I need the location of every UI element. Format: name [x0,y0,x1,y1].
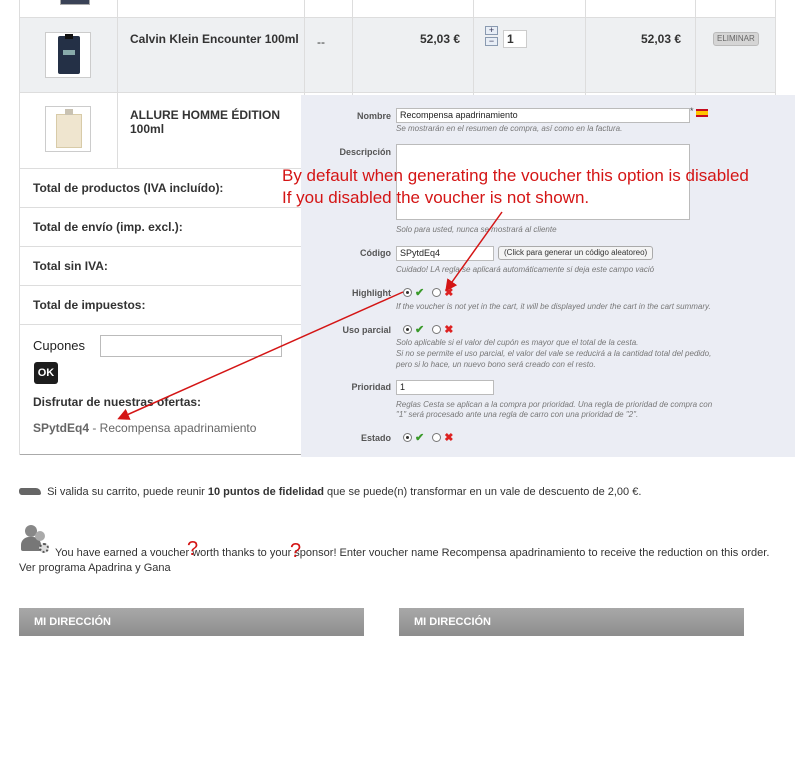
address-header-left: MI DIRECCIÓN [19,608,364,636]
check-icon: ✔ [415,287,425,299]
cross-icon: ✖ [444,432,454,444]
product-thumbnail-partial [60,0,90,5]
uso-parcial-yes-radio[interactable] [403,325,412,334]
fidelity-text-before: Si valida su carrito, puede reunir [47,486,208,498]
total-without-tax-label: Total sin IVA: [20,247,319,286]
offers-title: Disfrutar de nuestras ofertas: [33,395,202,409]
voucher-section: Cupones OK Disfrutar de nuestras ofertas… [20,325,319,455]
highlight-radios: ✔ ✖ [403,286,453,299]
highlight-no-radio[interactable] [432,288,442,297]
unit-price: 52,03 € [420,32,461,46]
estado-label: Estado [360,433,391,443]
question-mark-annotation: ? [187,538,199,560]
prioridad-label: Prioridad [351,382,391,392]
table-divider [19,0,20,169]
voucher-ok-button[interactable]: OK [34,362,58,384]
descripcion-hint: Solo para usted, nunca se mostrará al cl… [396,225,557,234]
table-divider [352,0,353,95]
annotation-text: By default when generating the voucher t… [282,165,749,209]
quantity-input[interactable]: 1 [503,30,527,48]
highlight-yes-radio[interactable] [403,288,412,297]
cross-icon: ✖ [444,287,454,299]
product-attributes: -- [317,35,325,49]
cart-totals: Total de productos (IVA incluído): Total… [19,169,319,455]
estado-radios: ✔ ✖ [403,431,453,444]
sponsor-program-link[interactable]: Ver programa Apadrina y Gana [19,562,171,574]
product-thumbnail[interactable] [45,106,91,152]
uso-parcial-hint: pero si lo hace, un nuevo bono será crea… [396,360,596,369]
nombre-input[interactable]: Recompensa apadrinamiento [396,108,690,123]
table-divider [304,0,305,95]
total-products-label: Total de productos (IVA incluído): [20,169,319,208]
voucher-label: Cupones [33,338,86,353]
line-total: 52,03 € [641,32,682,46]
cart-row-partial [19,0,776,18]
quantity-minus-button[interactable]: − [485,37,498,46]
table-divider [775,0,776,95]
total-shipping-label: Total de envío (imp. excl.): [20,208,319,247]
check-icon: ✔ [415,432,425,444]
highlight-label: Highlight [352,288,391,298]
fidelity-message: Si valida su carrito, puede reunir 10 pu… [19,486,641,498]
table-divider [585,0,586,95]
handshake-icon [19,486,44,498]
uso-parcial-hint: Si no se permite el uso parcial, el valo… [396,349,712,358]
estado-yes-radio[interactable] [403,433,412,442]
table-divider [473,0,474,95]
spain-flag-icon[interactable] [696,109,708,117]
voucher-admin-form: Nombre Recompensa apadrinamiento * Se mo… [301,95,795,457]
nombre-hint: Se mostrarán en el resumen de compra, as… [396,124,623,133]
total-tax-label: Total de impuestos: [20,286,319,325]
codigo-hint: Cuidado! LA regla se aplicará automática… [396,265,655,274]
offer-code[interactable]: SPytdEq4 [33,421,89,435]
product-thumbnail[interactable] [45,32,91,78]
prioridad-input[interactable]: 1 [396,380,494,395]
uso-parcial-hint: Solo aplicable si el valor del cupón es … [396,338,639,347]
table-divider [117,0,118,169]
nombre-label: Nombre [356,111,391,121]
descripcion-label: Descripción [339,147,391,157]
offer-name: - Recompensa apadrinamiento [89,421,257,435]
quantity-plus-button[interactable]: + [485,26,498,35]
quantity-stepper: + − [485,26,498,48]
product-name[interactable]: ALLURE HOMME ÉDITION 100ml [130,108,310,136]
highlight-hint: If the voucher is not yet in the cart, i… [396,302,711,311]
perfume-bottle-image [58,34,80,74]
cart-row: ALLURE HOMME ÉDITION 100ml [19,93,319,169]
address-header-right: MI DIRECCIÓN [399,608,744,636]
uso-parcial-label: Uso parcial [342,325,391,335]
sponsor-message: You have earned a voucher worth thanks t… [55,547,770,559]
perfume-bottle-image [56,109,82,148]
uso-parcial-radios: ✔ ✖ [403,323,453,336]
fidelity-points: 10 puntos de fidelidad [207,486,324,498]
annotation-line: If you disabled the voucher is not shown… [282,188,590,207]
check-icon: ✔ [415,324,425,336]
table-divider [695,0,696,95]
question-mark-annotation: ? [290,540,302,562]
fidelity-text-after: que se puede(n) transformar en un vale d… [324,486,642,498]
prioridad-hint: "1" será procesado ante una regla de car… [396,410,639,419]
remove-button[interactable]: ELIMINAR [713,32,759,46]
offer-item[interactable]: SPytdEq4 - Recompensa apadrinamiento [33,421,256,435]
required-mark: * [690,106,694,116]
cross-icon: ✖ [444,324,454,336]
estado-no-radio[interactable] [432,433,442,442]
voucher-input[interactable] [100,335,282,357]
codigo-input[interactable]: SPytdEq4 [396,246,494,261]
product-name[interactable]: Calvin Klein Encounter 100ml [130,32,310,46]
cart-row: Calvin Klein Encounter 100ml -- 52,03 € … [19,18,776,93]
codigo-label: Código [360,248,391,258]
generate-code-button[interactable]: (Click para generar un código aleatoreo) [498,246,654,260]
sponsor-users-icon [19,525,51,555]
annotation-line: By default when generating the voucher t… [282,166,749,185]
uso-parcial-no-radio[interactable] [432,325,442,334]
prioridad-hint: Reglas Cesta se aplican a la compra por … [396,400,713,409]
